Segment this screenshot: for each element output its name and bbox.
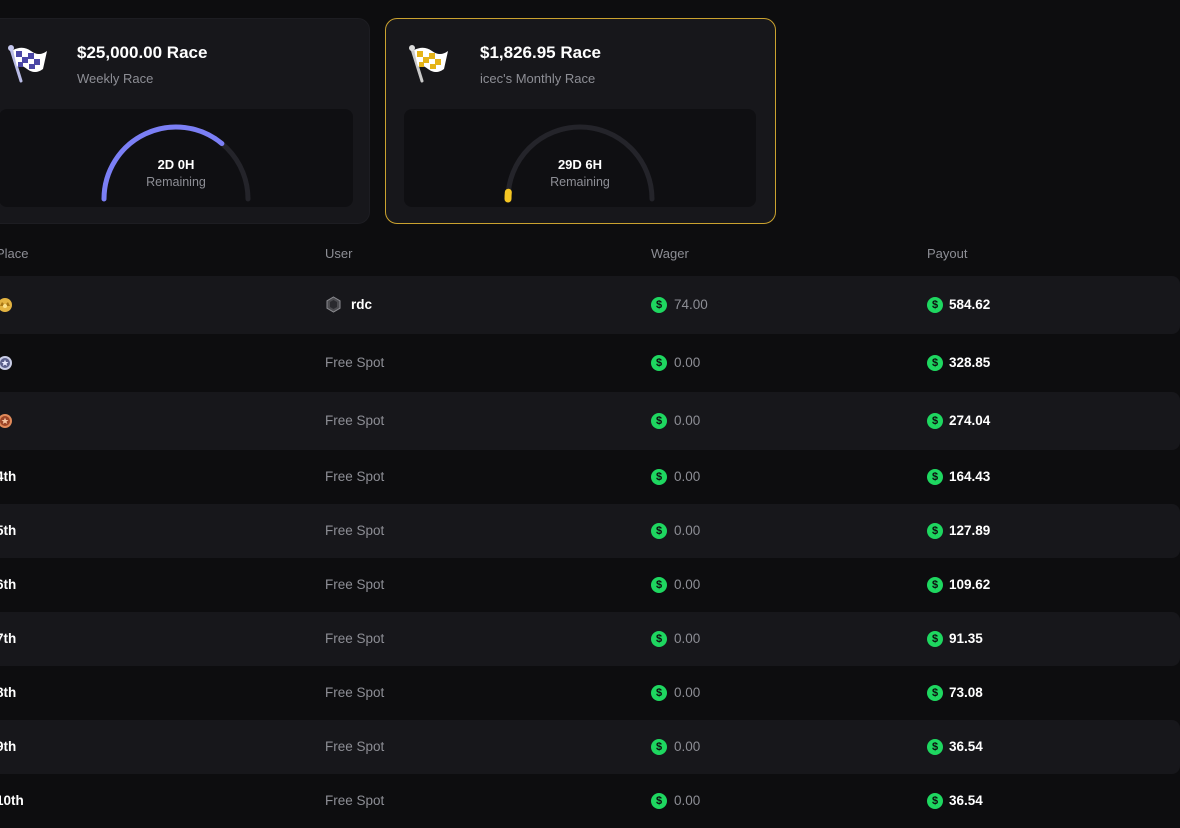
leaderboard-table: rdc $ 74.00 $ 584.62 Free Spot $ 0.00 $ … — [0, 276, 1180, 828]
table-row: rdc $ 74.00 $ 584.62 — [0, 276, 1180, 334]
user-name: Free Spot — [325, 558, 384, 612]
dollar-coin-icon: $ — [651, 469, 667, 485]
wager-value: 0.00 — [674, 666, 700, 720]
table-row: Free Spot $ 0.00 $ 274.04 — [0, 392, 1180, 450]
user-name: Free Spot — [325, 392, 384, 450]
user-name: Free Spot — [325, 504, 384, 558]
monthly-race-card[interactable]: $1,826.95 Race icec's Monthly Race 29D 6… — [385, 18, 776, 224]
place-label: 10th — [0, 774, 24, 828]
dollar-coin-icon: $ — [651, 355, 667, 371]
dollar-coin-icon: $ — [651, 297, 667, 313]
checkered-flag-icon — [5, 41, 49, 85]
wager-value: 0.00 — [674, 558, 700, 612]
place-label: 7th — [0, 612, 16, 666]
bronze-medal-icon — [0, 412, 14, 430]
payout-value: 127.89 — [949, 504, 990, 558]
payout-value: 109.62 — [949, 558, 990, 612]
race-subtitle: icec's Monthly Race — [480, 71, 595, 86]
race-subtitle: Weekly Race — [77, 71, 153, 86]
dollar-coin-icon: $ — [651, 413, 667, 429]
column-header-user: User — [325, 246, 352, 261]
user-name: Free Spot — [325, 334, 384, 392]
payout-value: 91.35 — [949, 612, 983, 666]
payout-value: 274.04 — [949, 392, 990, 450]
dollar-coin-icon: $ — [651, 631, 667, 647]
wager-value: 74.00 — [674, 276, 708, 334]
wager-value: 0.00 — [674, 612, 700, 666]
dollar-coin-icon: $ — [651, 577, 667, 593]
dollar-coin-icon: $ — [927, 685, 943, 701]
table-row: 7th Free Spot $ 0.00 $ 91.35 — [0, 612, 1180, 666]
race-timer: 29D 6H Remaining — [404, 109, 756, 207]
dollar-coin-icon: $ — [927, 413, 943, 429]
gold-medal-icon — [0, 296, 14, 314]
wager-value: 0.00 — [674, 392, 700, 450]
wager-value: 0.00 — [674, 334, 700, 392]
race-timer: 2D 0H Remaining — [0, 109, 353, 207]
user-name: Free Spot — [325, 612, 384, 666]
column-header-payout: Payout — [927, 246, 967, 261]
dollar-coin-icon: $ — [927, 793, 943, 809]
dollar-coin-icon: $ — [927, 297, 943, 313]
payout-value: 584.62 — [949, 276, 990, 334]
table-row: 4th Free Spot $ 0.00 $ 164.43 — [0, 450, 1180, 504]
place-label: 5th — [0, 504, 16, 558]
time-remaining-label: Remaining — [0, 175, 353, 189]
dollar-coin-icon: $ — [927, 523, 943, 539]
time-remaining-value: 29D 6H — [404, 157, 756, 172]
payout-value: 164.43 — [949, 450, 990, 504]
place-label: 9th — [0, 720, 16, 774]
table-row: 9th Free Spot $ 0.00 $ 36.54 — [0, 720, 1180, 774]
dollar-coin-icon: $ — [651, 523, 667, 539]
race-title: $25,000.00 Race — [77, 43, 207, 63]
user-name: Free Spot — [325, 450, 384, 504]
table-row: 6th Free Spot $ 0.00 $ 109.62 — [0, 558, 1180, 612]
payout-value: 328.85 — [949, 334, 990, 392]
table-row: 8th Free Spot $ 0.00 $ 73.08 — [0, 666, 1180, 720]
column-header-wager: Wager — [651, 246, 689, 261]
table-row: 5th Free Spot $ 0.00 $ 127.89 — [0, 504, 1180, 558]
dollar-coin-icon: $ — [927, 631, 943, 647]
user-name[interactable]: rdc — [351, 276, 372, 334]
table-row: Free Spot $ 0.00 $ 328.85 — [0, 334, 1180, 392]
wager-value: 0.00 — [674, 774, 700, 828]
payout-value: 73.08 — [949, 666, 983, 720]
avatar — [325, 296, 342, 313]
place-label: 8th — [0, 666, 16, 720]
wager-value: 0.00 — [674, 504, 700, 558]
dollar-coin-icon: $ — [651, 739, 667, 755]
dollar-coin-icon: $ — [651, 793, 667, 809]
payout-value: 36.54 — [949, 720, 983, 774]
table-row: 10th Free Spot $ 0.00 $ 36.54 — [0, 774, 1180, 828]
column-header-place: Place — [0, 246, 29, 261]
dollar-coin-icon: $ — [927, 355, 943, 371]
weekly-race-card[interactable]: $25,000.00 Race Weekly Race 2D 0H Remain… — [0, 18, 370, 224]
dollar-coin-icon: $ — [927, 577, 943, 593]
wager-value: 0.00 — [674, 720, 700, 774]
time-remaining-label: Remaining — [404, 175, 756, 189]
place-label: 4th — [0, 450, 16, 504]
user-name: Free Spot — [325, 774, 384, 828]
dollar-coin-icon: $ — [927, 469, 943, 485]
user-name: Free Spot — [325, 720, 384, 774]
user-name: Free Spot — [325, 666, 384, 720]
race-title: $1,826.95 Race — [480, 43, 601, 63]
payout-value: 36.54 — [949, 774, 983, 828]
checkered-flag-icon — [406, 41, 450, 85]
dollar-coin-icon: $ — [651, 685, 667, 701]
wager-value: 0.00 — [674, 450, 700, 504]
time-remaining-value: 2D 0H — [0, 157, 353, 172]
dollar-coin-icon: $ — [927, 739, 943, 755]
place-label: 6th — [0, 558, 16, 612]
silver-medal-icon — [0, 354, 14, 372]
